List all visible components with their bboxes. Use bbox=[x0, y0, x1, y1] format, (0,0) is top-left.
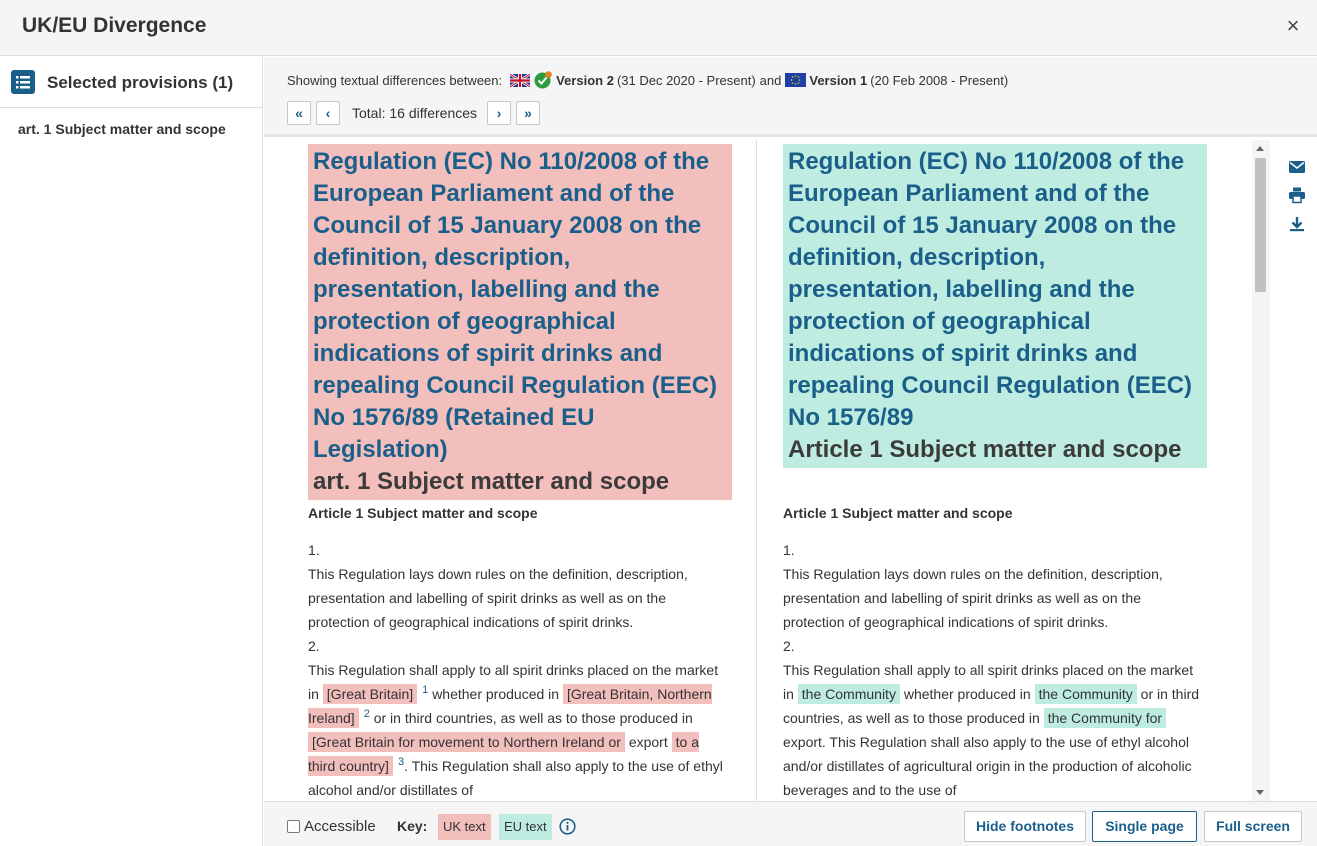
version-summary: Showing textual differences between: Ver… bbox=[287, 71, 1008, 89]
hide-footnotes-button[interactable]: Hide footnotes bbox=[964, 811, 1086, 842]
version-1-dates: (20 Feb 2008 - Present) bbox=[870, 72, 1009, 88]
version-2-label: Version 2 bbox=[556, 72, 614, 88]
total-differences: Total: 16 differences bbox=[352, 105, 478, 121]
uk-article-heading: Article 1 Subject matter and scope bbox=[308, 505, 538, 521]
uk-paragraph-2: This Regulation shall apply to all spiri… bbox=[308, 658, 728, 801]
uk-title-line: protection of geographical bbox=[313, 308, 616, 335]
last-difference-button[interactable]: » bbox=[516, 101, 541, 125]
previous-difference-button[interactable]: ‹ bbox=[316, 101, 340, 125]
compare-toolbar: Showing textual differences between: Ver… bbox=[264, 57, 1317, 137]
accessible-toggle[interactable]: Accessible bbox=[287, 818, 376, 835]
uk-difference-highlight: [Great Britain] bbox=[322, 684, 418, 704]
email-icon[interactable] bbox=[1288, 158, 1306, 176]
scroll-thumb[interactable] bbox=[1255, 158, 1266, 292]
dialog-title: UK/EU Divergence bbox=[22, 14, 207, 37]
single-page-button[interactable]: Single page bbox=[1092, 811, 1197, 842]
difference-navigation: « ‹ Total: 16 differences › » bbox=[287, 101, 545, 125]
sidebar-item-provision[interactable]: art. 1 Subject matter and scope bbox=[18, 121, 226, 137]
scroll-up-arrow[interactable] bbox=[1256, 146, 1264, 151]
uk-eu-divergence-dialog: UK/EU Divergence × Selected provisions (… bbox=[0, 0, 1317, 846]
eu-article-heading: Article 1 Subject matter and scope bbox=[783, 505, 1013, 521]
uk-article-title: art. 1 Subject matter and scope bbox=[313, 468, 670, 495]
eu-paragraph-1: This Regulation lays down rules on the d… bbox=[783, 566, 1163, 630]
uk-title-line: indications of spirit drinks and bbox=[313, 340, 663, 367]
download-icon[interactable] bbox=[1288, 215, 1306, 233]
eu-flag-icon bbox=[785, 73, 807, 87]
showing-prefix: Showing textual differences between: bbox=[287, 72, 503, 88]
uk-text: or in third countries, as well as to tho… bbox=[373, 710, 693, 726]
list-icon bbox=[11, 70, 35, 94]
footnote-link-2[interactable]: 2 bbox=[364, 708, 370, 720]
eu-document-title: Regulation (EC) No 110/2008 of the Europ… bbox=[783, 144, 1207, 468]
current-version-check-icon bbox=[534, 71, 552, 89]
eu-paragraph-2: This Regulation shall apply to all spiri… bbox=[783, 658, 1203, 801]
eu-paragraph-2-number: 2. bbox=[783, 638, 795, 654]
next-difference-button[interactable]: › bbox=[487, 101, 512, 125]
key-eu-swatch: EU text bbox=[499, 814, 552, 840]
eu-paragraph-1-number: 1. bbox=[783, 542, 795, 558]
uk-title-line: European Parliament and of the bbox=[313, 180, 675, 207]
eu-title-line: definition, description, bbox=[788, 244, 1046, 271]
key-uk-swatch: UK text bbox=[438, 814, 491, 840]
eu-text: export. This Regulation shall also apply… bbox=[783, 734, 1192, 798]
eu-title-line: European Parliament and of the bbox=[788, 180, 1150, 207]
uk-paragraph-2-number: 2. bbox=[308, 638, 320, 654]
uk-version-pane: Regulation (EC) No 110/2008 of the Europ… bbox=[264, 140, 757, 801]
uk-title-line: Council of 15 January 2008 on the bbox=[313, 212, 702, 239]
uk-text: export bbox=[628, 734, 668, 750]
sidebar-title: Selected provisions (1) bbox=[47, 73, 234, 92]
eu-difference-highlight: the Community bbox=[1034, 684, 1137, 704]
uk-flag-icon bbox=[510, 73, 531, 87]
eu-title-line: Regulation (EC) No 110/2008 of the bbox=[788, 148, 1185, 175]
uk-title-line: definition, description, bbox=[313, 244, 571, 271]
uk-paragraph-1: This Regulation lays down rules on the d… bbox=[308, 566, 688, 630]
sidebar: Selected provisions (1) art. 1 Subject m… bbox=[0, 57, 263, 846]
uk-title-line: Regulation (EC) No 110/2008 of the bbox=[313, 148, 710, 175]
print-icon[interactable] bbox=[1288, 186, 1306, 204]
uk-body-text: Article 1 Subject matter and scope 1. Th… bbox=[308, 501, 728, 801]
info-icon[interactable] bbox=[559, 818, 576, 835]
compare-footer: Accessible Key: UK text EU text Hide foo… bbox=[264, 801, 1317, 846]
accessible-checkbox[interactable] bbox=[287, 820, 300, 833]
first-difference-button[interactable]: « bbox=[287, 101, 311, 125]
action-icon-strip bbox=[1271, 140, 1317, 801]
uk-paragraph-1-number: 1. bbox=[308, 542, 320, 558]
eu-difference-highlight: the Community for bbox=[1043, 708, 1167, 728]
uk-document-title: Regulation (EC) No 110/2008 of the Europ… bbox=[308, 144, 732, 500]
accessible-label: Accessible bbox=[304, 818, 376, 835]
key-label: Key: bbox=[397, 818, 428, 834]
eu-title-line: protection of geographical bbox=[788, 308, 1091, 335]
version-2-dates: (31 Dec 2020 - Present) bbox=[616, 72, 756, 88]
eu-title-line: No 1576/89 bbox=[788, 404, 914, 431]
dialog-header: UK/EU Divergence × bbox=[0, 0, 1317, 56]
eu-article-title: Article 1 Subject matter and scope bbox=[788, 436, 1182, 463]
and-text: and bbox=[759, 72, 782, 88]
uk-title-line: repealing Council Regulation (EEC) bbox=[313, 372, 718, 399]
close-icon[interactable]: × bbox=[1281, 14, 1305, 38]
eu-version-pane: Regulation (EC) No 110/2008 of the Europ… bbox=[758, 140, 1252, 801]
version-1-label: Version 1 bbox=[809, 72, 868, 88]
uk-difference-highlight: [Great Britain for movement to Northern … bbox=[308, 732, 625, 752]
uk-text: whether produced in bbox=[432, 686, 560, 702]
uk-title-line: No 1576/89 (Retained EU bbox=[313, 404, 595, 431]
scroll-down-arrow[interactable] bbox=[1256, 790, 1264, 795]
eu-title-line: Council of 15 January 2008 on the bbox=[788, 212, 1177, 239]
footnote-link-1[interactable]: 1 bbox=[422, 684, 428, 696]
sidebar-header: Selected provisions (1) bbox=[0, 57, 262, 108]
eu-title-line: presentation, labelling and the bbox=[788, 276, 1135, 303]
uk-title-line: presentation, labelling and the bbox=[313, 276, 660, 303]
eu-title-line: repealing Council Regulation (EEC) bbox=[788, 372, 1193, 399]
eu-body-text: Article 1 Subject matter and scope 1. Th… bbox=[783, 501, 1203, 801]
eu-text: whether produced in bbox=[903, 686, 1031, 702]
eu-difference-highlight: the Community bbox=[797, 684, 900, 704]
full-screen-button[interactable]: Full screen bbox=[1204, 811, 1302, 842]
compare-scrollbar[interactable] bbox=[1252, 140, 1270, 801]
uk-title-line: Legislation) bbox=[313, 436, 448, 463]
eu-title-line: indications of spirit drinks and bbox=[788, 340, 1138, 367]
